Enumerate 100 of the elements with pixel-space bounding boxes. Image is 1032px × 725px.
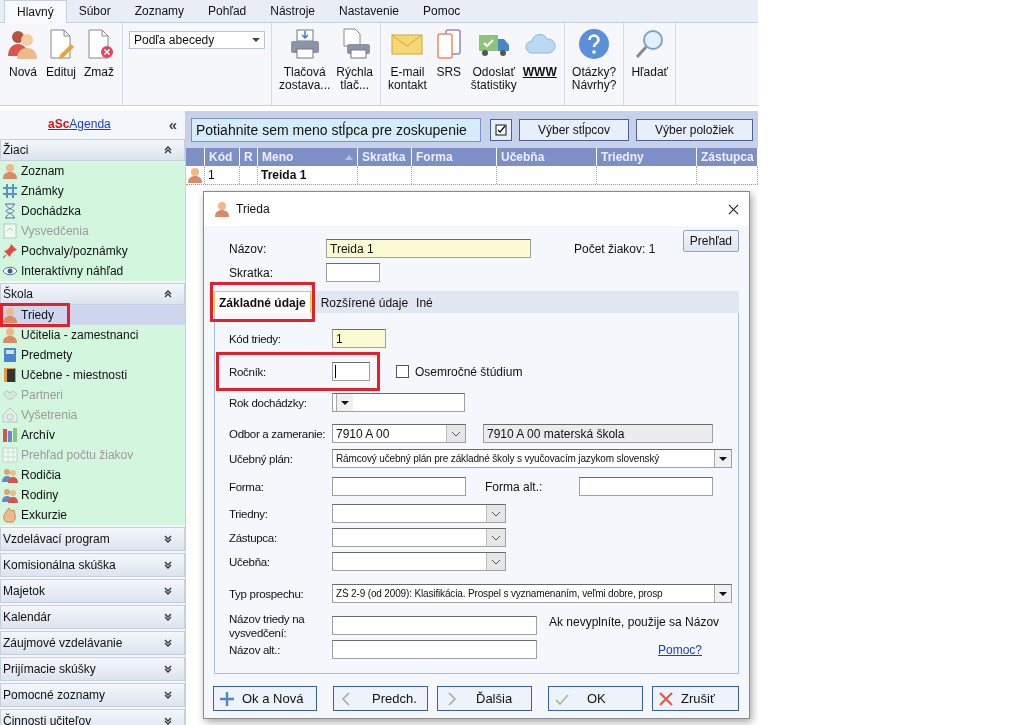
section-header[interactable]: Škola: [0, 283, 185, 305]
sidebar-item[interactable]: Zoznam: [0, 161, 185, 181]
menu-tab[interactable]: Súbor: [66, 0, 123, 22]
section-header[interactable]: Prijímacie skúšky: [0, 657, 185, 681]
dialog-tab[interactable]: Rozšírené údaje: [316, 293, 413, 313]
sidebar-item[interactable]: Rodičia: [0, 465, 185, 485]
table-icon: [2, 447, 18, 463]
sidebar-item[interactable]: Predmety: [0, 345, 185, 365]
people-icon: [2, 487, 18, 503]
ribbon-button[interactable]: Otázky? Návrhy?: [568, 25, 620, 95]
dialog-button[interactable]: OK: [548, 686, 643, 711]
section-header[interactable]: Žiaci: [0, 139, 185, 161]
attendance-year-dropdown[interactable]: [332, 393, 465, 412]
ribbon-button[interactable]: Odoslať štatistiky: [467, 25, 520, 95]
close-icon[interactable]: [728, 203, 739, 215]
ribbon-button[interactable]: E-mail kontakt: [385, 25, 430, 95]
person-dropdown[interactable]: [332, 504, 506, 523]
person-icon: [214, 201, 230, 217]
ribbon-button[interactable]: Zmaž: [80, 25, 118, 82]
close-icon: [659, 691, 673, 706]
dialog-tab[interactable]: Iné: [412, 293, 437, 313]
field-label: Učebný plán:: [229, 452, 294, 465]
overview-button[interactable]: Prehľad: [682, 229, 739, 252]
field-of-study-dropdown[interactable]: 7910 A 00: [332, 424, 466, 443]
abbreviation-input-field[interactable]: [326, 263, 380, 282]
group-drop-zone[interactable]: Potiahnite sem meno stĺpca pre zoskupenie: [191, 117, 481, 142]
sidebar-item[interactable]: Pochvaly/poznámky: [0, 241, 185, 261]
plus-icon: [220, 691, 234, 706]
sidebar-item[interactable]: Učebne - miestnosti: [0, 365, 185, 385]
caret-icon: [341, 400, 349, 405]
books-icon: [2, 427, 18, 443]
section-header[interactable]: Komisionálna skúška: [0, 553, 185, 577]
dialog-tab[interactable]: Základné údaje: [214, 291, 311, 313]
menu-tab[interactable]: Pohľad: [196, 0, 259, 22]
dialog-button[interactable]: Zrušiť: [652, 686, 739, 711]
door-icon: [2, 367, 18, 383]
sidebar-item[interactable]: Dochádzka: [0, 201, 185, 221]
checkbox-toggle-button[interactable]: [490, 118, 512, 141]
sort-dropdown[interactable]: Podľa abecedy: [129, 31, 265, 49]
eight-year-checkbox[interactable]: Osemročné štúdium: [396, 364, 523, 379]
menu-tab[interactable]: Nastavenie: [326, 0, 411, 22]
table-cell: Treida 1: [258, 166, 358, 184]
dialog-button[interactable]: Predch.: [333, 686, 428, 711]
section-header[interactable]: Pomocné zoznamy: [0, 683, 185, 707]
chevron-down-icon: [491, 510, 501, 517]
sidebar-item[interactable]: Učitelia - zamestnanci: [0, 325, 185, 345]
menu-tab[interactable]: Hlavný: [4, 0, 67, 23]
sidebar-item[interactable]: Rodiny: [0, 485, 185, 505]
doc-icon: [2, 223, 18, 239]
ribbon-button[interactable]: Edituj: [42, 25, 80, 82]
form-input-field[interactable]: [332, 477, 466, 496]
search-icon: [633, 28, 666, 60]
ribbon-button[interactable]: Tlačová zostava...: [276, 25, 334, 95]
ribbon-button[interactable]: WWW: [519, 25, 560, 82]
person-icon: [2, 327, 18, 343]
field-label: Kód triedy:: [229, 332, 282, 345]
field-label: Ročník:: [229, 365, 267, 378]
sidebar-item[interactable]: Exkurzie: [0, 505, 185, 525]
ribbon-button[interactable]: Rýchla tlač...: [333, 25, 377, 95]
dialog-button[interactable]: Ok a Nová: [213, 686, 317, 711]
person-dropdown[interactable]: [332, 528, 506, 547]
column-select-button[interactable]: Výber položiek: [636, 118, 753, 141]
section-header[interactable]: Činnosti učiteľov: [0, 709, 185, 725]
sidebar-item[interactable]: Archív: [0, 425, 185, 445]
class-code-input-field[interactable]: 1: [332, 329, 386, 348]
form-alt-input-field[interactable]: [579, 477, 713, 496]
person-dropdown[interactable]: [332, 552, 506, 571]
field-hint: Ak nevyplníte, použije sa Názov: [549, 614, 720, 629]
help-link[interactable]: Pomoc?: [657, 642, 702, 657]
caret-icon: [719, 591, 727, 596]
section-header[interactable]: Majetok: [0, 579, 185, 603]
column-select-button[interactable]: Výber stĺpcov: [519, 118, 630, 141]
menu-tab[interactable]: Zoznamy: [122, 0, 197, 22]
grid-icon: [2, 183, 18, 199]
menu-tab[interactable]: Pomoc: [411, 0, 473, 22]
ribbon-button[interactable]: Nová: [4, 25, 42, 82]
field-label: Forma alt.:: [485, 479, 544, 494]
certificate-name-input-field[interactable]: [332, 616, 537, 635]
app-logo-link[interactable]: aScAgenda: [48, 117, 111, 131]
field-label: Učebňa:: [229, 555, 271, 568]
sidebar-item[interactable]: Triedy: [0, 305, 185, 325]
ribbon-button[interactable]: Hľadať: [628, 25, 672, 82]
collapse-sidebar-button[interactable]: «: [168, 115, 177, 133]
grading-type-dropdown[interactable]: ZŠ 2-9 (od 2009): Klasifikácia. Prospel s vyznamenaním, veľmi dobre, prosp: [332, 584, 732, 603]
name-input-field[interactable]: Treida 1: [326, 239, 531, 258]
section-header[interactable]: Záujmové vzdelávanie: [0, 631, 185, 655]
section-header[interactable]: Vzdelávací program: [0, 527, 185, 551]
hourglass-icon: [2, 203, 18, 219]
table-cell: 1: [205, 166, 240, 184]
section-header[interactable]: Kalendár: [0, 605, 185, 629]
sidebar-item[interactable]: Známky: [0, 181, 185, 201]
person-icon: [2, 307, 18, 323]
curriculum-dropdown[interactable]: Rámcový učebný plán pre základné školy s vyučovacím jazykom slovenský: [332, 449, 732, 468]
ribbon-button[interactable]: SRS: [429, 25, 468, 82]
people-icon: [2, 467, 18, 483]
dialog-button[interactable]: Ďalšia: [437, 686, 532, 711]
menu-tab[interactable]: Nástroje: [258, 0, 327, 22]
grade-input-field[interactable]: [332, 362, 370, 381]
alt-name-input-field[interactable]: [332, 640, 537, 659]
sidebar-item[interactable]: Interaktívny náhľad: [0, 261, 185, 281]
